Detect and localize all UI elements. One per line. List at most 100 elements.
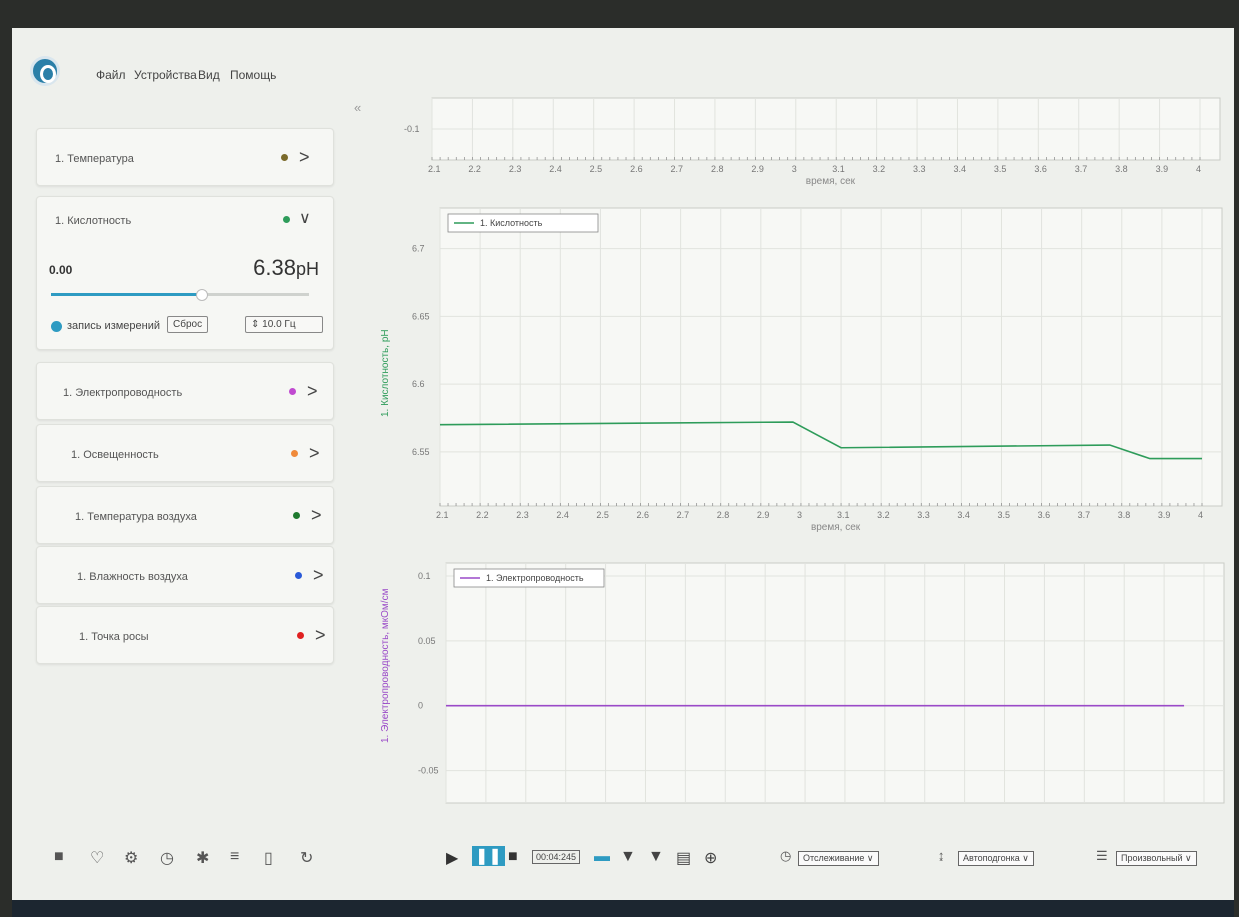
chevron-right-icon[interactable]: > bbox=[299, 148, 310, 166]
chevron-right-icon[interactable]: > bbox=[315, 626, 326, 644]
record-checkbox[interactable] bbox=[51, 321, 62, 332]
x-tick-label: 2.7 bbox=[677, 510, 690, 520]
x-tick-label: 4 bbox=[1196, 164, 1201, 174]
view-value: Произвольный bbox=[1121, 853, 1183, 863]
stopwatch-icon[interactable]: ◷ bbox=[160, 848, 174, 868]
chevron-right-icon[interactable]: > bbox=[313, 566, 324, 584]
x-tick-label: 2.8 bbox=[717, 510, 730, 520]
menu-view[interactable]: Вид bbox=[198, 68, 220, 82]
x-tick-label: 3.3 bbox=[917, 510, 930, 520]
sensor-color-dot bbox=[289, 388, 296, 395]
x-tick-label: 3 bbox=[792, 164, 797, 174]
gear-icon[interactable]: ⚙ bbox=[124, 848, 138, 868]
sensor-color-dot bbox=[295, 572, 302, 579]
app-logo-icon bbox=[30, 56, 60, 86]
y-tick-label: -0.1 bbox=[404, 124, 420, 134]
x-axis-label: время, сек bbox=[811, 522, 861, 533]
slider-fill bbox=[51, 293, 201, 296]
sensor-color-dot bbox=[291, 450, 298, 457]
view-select[interactable]: Произвольный ∨ bbox=[1116, 851, 1197, 866]
y-tick-label: 6.6 bbox=[412, 379, 425, 389]
x-tick-label: 3.5 bbox=[997, 510, 1010, 520]
rate-value: 10.0 bbox=[262, 319, 282, 330]
x-tick-label: 2.3 bbox=[509, 164, 522, 174]
chevron-right-icon[interactable]: > bbox=[307, 382, 318, 400]
slider-handle[interactable] bbox=[195, 289, 208, 301]
temperature-chart: 2.1 2.2 2.3 2.4 2.5 2.6 2.7 2.8 2.9 3 3.1 3.2 3.3 3.4… bbox=[404, 97, 1221, 187]
tracking-mode-value: Отслеживание bbox=[803, 853, 865, 863]
y-tick-label: 0.1 bbox=[418, 571, 431, 581]
clock-icon: ◷ bbox=[780, 848, 792, 863]
pause-icon[interactable]: ❚❚ bbox=[472, 846, 505, 866]
y-axis-label: 1. Кислотность, pH bbox=[380, 329, 391, 417]
plot-area bbox=[439, 207, 1223, 507]
x-tick-label: 2.2 bbox=[468, 164, 481, 174]
y-tick-label: 0.05 bbox=[418, 636, 436, 646]
x-tick-label: 2.5 bbox=[596, 510, 609, 520]
x-tick-label: 3.9 bbox=[1156, 164, 1169, 174]
x-tick-label: 2.4 bbox=[549, 164, 562, 174]
autofit-icon: ↨ bbox=[938, 848, 945, 863]
x-tick-label: 3.8 bbox=[1115, 164, 1128, 174]
x-tick-label: 3.4 bbox=[957, 510, 970, 520]
chevron-down-icon[interactable]: ∨ bbox=[299, 210, 311, 228]
x-tick-label: 2.7 bbox=[671, 164, 684, 174]
sensor-label: 1. Кислотность bbox=[55, 215, 132, 227]
sensor-item-conductivity[interactable]: 1. Электропроводность > bbox=[36, 362, 334, 420]
menu-help[interactable]: Помощь bbox=[230, 68, 276, 82]
bluetooth-icon[interactable]: ✱ bbox=[196, 848, 209, 868]
refresh-icon[interactable]: ↻ bbox=[300, 848, 313, 868]
legend-label: 1. Электропроводность bbox=[486, 573, 584, 583]
y-tick-label: 0 bbox=[418, 701, 423, 711]
range-min-value: 0.00 bbox=[49, 263, 73, 277]
sensor-item-acidity-expanded: 1. Кислотность ∨ 0.00 6.38pH запись изме… bbox=[36, 196, 334, 350]
rate-spinbox[interactable]: ⇕ 10.0 Гц bbox=[245, 316, 323, 333]
x-tick-label: 3 bbox=[797, 510, 802, 520]
sensor-item-dew-point[interactable]: 1. Точка росы > bbox=[36, 606, 334, 664]
x-tick-label: 3.2 bbox=[873, 164, 886, 174]
value-slider[interactable] bbox=[51, 289, 309, 301]
reset-button[interactable]: Сброс bbox=[167, 316, 209, 333]
autofit-select[interactable]: Автоподгонка ∨ bbox=[958, 851, 1034, 866]
sensor-item-air-humidity[interactable]: 1. Влажность воздуха > bbox=[36, 546, 334, 604]
sensor-item-temperature[interactable]: 1. Температура > bbox=[36, 128, 334, 186]
list-icon[interactable]: ≡ bbox=[230, 848, 239, 866]
menu-file[interactable]: Файл bbox=[96, 68, 126, 82]
x-tick-label: 2.9 bbox=[751, 164, 764, 174]
current-unit: pH bbox=[295, 259, 319, 279]
current-reading: 6.38pH bbox=[253, 255, 319, 281]
x-tick-label: 3.6 bbox=[1034, 164, 1047, 174]
x-tick-label: 3.1 bbox=[837, 510, 850, 520]
x-tick-label: 3.7 bbox=[1078, 510, 1091, 520]
play-icon[interactable]: ▶ bbox=[446, 848, 458, 868]
marker-remove-icon[interactable]: ▼ bbox=[648, 848, 664, 866]
app-window: Файл Устройства Вид Помощь « 1. Температ… bbox=[12, 28, 1234, 900]
trash-icon[interactable]: ▤ bbox=[676, 848, 691, 868]
flag-icon[interactable]: ▬ bbox=[594, 848, 610, 866]
device-icon[interactable]: ▯ bbox=[264, 848, 273, 868]
x-tick-label: 4 bbox=[1198, 510, 1203, 520]
x-tick-label: 2.1 bbox=[436, 510, 449, 520]
zoom-icon[interactable]: ⊕ bbox=[704, 848, 717, 868]
heartbeat-icon[interactable]: ♡ bbox=[90, 848, 104, 868]
chevron-right-icon[interactable]: > bbox=[311, 506, 322, 524]
sensor-color-dot bbox=[281, 154, 288, 161]
sensor-item-air-temperature[interactable]: 1. Температура воздуха > bbox=[36, 486, 334, 544]
x-tick-label: 3.4 bbox=[953, 164, 966, 174]
sensor-label: 1. Температура воздуха bbox=[75, 511, 197, 523]
sensor-color-dot bbox=[297, 632, 304, 639]
collapse-sidebar-button[interactable]: « bbox=[354, 100, 361, 115]
y-tick-label: 6.55 bbox=[412, 447, 430, 457]
tracking-mode-select[interactable]: Отслеживание ∨ bbox=[798, 851, 879, 866]
menu-devices[interactable]: Устройства bbox=[134, 68, 197, 82]
chevron-right-icon[interactable]: > bbox=[309, 444, 320, 462]
y-axis-label: 1. Электропроводность, мкОм/см bbox=[380, 588, 391, 743]
camera-icon[interactable]: ■ bbox=[54, 848, 64, 866]
y-tick-label: 6.7 bbox=[412, 244, 425, 254]
marker-add-icon[interactable]: ▼ bbox=[620, 848, 636, 866]
stop-icon[interactable]: ■ bbox=[508, 848, 518, 866]
sensor-item-illuminance[interactable]: 1. Освещенность > bbox=[36, 424, 334, 482]
x-tick-label: 2.4 bbox=[556, 510, 569, 520]
sensor-color-dot bbox=[293, 512, 300, 519]
sensor-label: 1. Температура bbox=[55, 153, 134, 165]
